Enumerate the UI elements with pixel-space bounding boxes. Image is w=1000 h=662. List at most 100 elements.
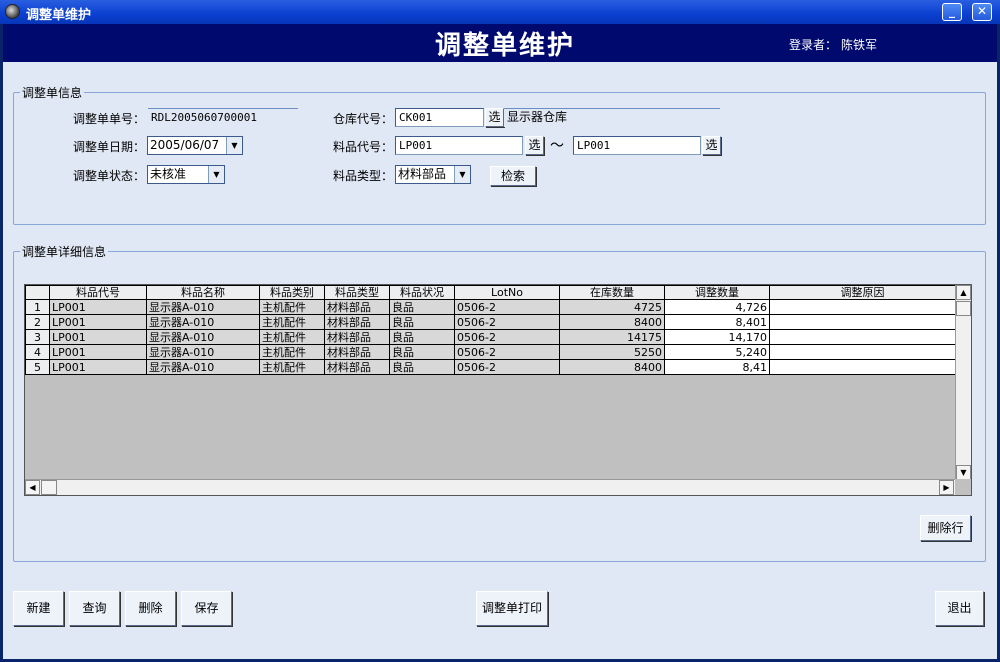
cell-lot-no: 0506-2 (454, 344, 560, 360)
table-row[interactable]: 2 LP001 显示器A-010 主机配件 材料部品 良品 0506-2 840… (25, 314, 956, 330)
header-band: 调整单维护 登录者： 陈铁军 (3, 24, 997, 62)
cell-adjust-qty[interactable]: 8,401 (664, 314, 770, 330)
cell-item-category: 主机配件 (259, 359, 325, 375)
table-row[interactable]: 3 LP001 显示器A-010 主机配件 材料部品 良品 0506-2 141… (25, 329, 956, 345)
save-button[interactable]: 保存 (181, 591, 232, 626)
cell-stock-qty: 5250 (559, 344, 665, 360)
table-row[interactable]: 4 LP001 显示器A-010 主机配件 材料部品 良品 0506-2 525… (25, 344, 956, 360)
row-number: 2 (25, 314, 50, 330)
cell-adjust-qty[interactable]: 8,41 (664, 359, 770, 375)
cell-adjust-reason[interactable] (769, 314, 956, 330)
chevron-down-icon[interactable]: ▼ (226, 137, 242, 154)
date-label: 调整单日期： (73, 140, 146, 154)
cell-item-name: 显示器A-010 (146, 344, 260, 360)
cell-item-type: 材料部品 (324, 359, 390, 375)
cell-item-code: LP001 (49, 359, 147, 375)
order-no-field: RDL2005060700001 (148, 108, 298, 127)
cell-item-category: 主机配件 (259, 344, 325, 360)
login-label: 登录者： (789, 38, 838, 52)
cell-item-name: 显示器A-010 (146, 299, 260, 315)
exit-button[interactable]: 退出 (935, 591, 984, 626)
cell-lot-no: 0506-2 (454, 359, 560, 375)
cell-item-code: LP001 (49, 314, 147, 330)
chevron-down-icon[interactable]: ▼ (208, 166, 224, 183)
cell-lot-no: 0506-2 (454, 299, 560, 315)
cell-adjust-reason[interactable] (769, 359, 956, 375)
column-header[interactable]: 料品名称 (146, 285, 260, 300)
scroll-right-icon[interactable]: ▶ (939, 480, 954, 495)
info-legend: 调整单信息 (22, 86, 83, 100)
chevron-down-icon[interactable]: ▼ (454, 166, 470, 183)
status-select[interactable]: 未核准 ▼ (147, 165, 225, 184)
new-button[interactable]: 新建 (13, 591, 64, 626)
warehouse-name-field: 显示器仓库 (504, 108, 720, 127)
row-number: 3 (25, 329, 50, 345)
column-header[interactable]: 在库数量 (559, 285, 665, 300)
cell-item-type: 材料部品 (324, 299, 390, 315)
cell-item-condition: 良品 (389, 344, 455, 360)
cell-adjust-reason[interactable] (769, 344, 956, 360)
cell-item-condition: 良品 (389, 314, 455, 330)
cell-item-name: 显示器A-010 (146, 314, 260, 330)
scroll-left-icon[interactable]: ◀ (25, 480, 40, 495)
item-to-pick-button[interactable]: 选 (702, 136, 721, 155)
scroll-down-icon[interactable]: ▼ (956, 465, 971, 480)
column-header[interactable]: 料品类型 (324, 285, 390, 300)
cell-adjust-qty[interactable]: 5,240 (664, 344, 770, 360)
order-no-label: 调整单单号： (73, 112, 146, 126)
column-header[interactable]: 调整数量 (664, 285, 770, 300)
cell-adjust-qty[interactable]: 4,726 (664, 299, 770, 315)
cell-item-code: LP001 (49, 344, 147, 360)
cell-adjust-reason[interactable] (769, 329, 956, 345)
warehouse-pick-button[interactable]: 选 (485, 108, 504, 127)
warehouse-code-input[interactable]: CK001 (395, 108, 484, 127)
cell-item-condition: 良品 (389, 359, 455, 375)
app-icon (5, 4, 20, 19)
date-picker[interactable]: 2005/06/07 ▼ (147, 136, 243, 155)
table-row[interactable]: 5 LP001 显示器A-010 主机配件 材料部品 良品 0506-2 840… (25, 359, 956, 375)
cell-stock-qty: 4725 (559, 299, 665, 315)
print-button[interactable]: 调整单打印 (476, 591, 548, 626)
cell-item-category: 主机配件 (259, 329, 325, 345)
detail-grid[interactable]: 料品代号 料品名称 料品类别 料品类型 料品状况 LotNo 在库数量 调整数量… (24, 284, 972, 496)
delete-button[interactable]: 删除 (125, 591, 176, 626)
delete-row-button[interactable]: 删除行 (920, 515, 971, 541)
column-header[interactable]: 调整原因 (769, 285, 956, 300)
cell-adjust-reason[interactable] (769, 299, 956, 315)
minimize-button[interactable]: _ (942, 3, 962, 21)
page-title: 调整单维护 (435, 31, 576, 61)
cell-adjust-qty[interactable]: 14,170 (664, 329, 770, 345)
column-header[interactable]: 料品类别 (259, 285, 325, 300)
scroll-thumb[interactable] (41, 480, 57, 495)
scroll-corner (955, 479, 971, 495)
horizontal-scrollbar[interactable]: ◀ ▶ (25, 479, 955, 495)
query-button[interactable]: 查询 (69, 591, 120, 626)
type-value: 材料部品 (398, 167, 447, 181)
item-to-input[interactable]: LP001 (573, 136, 701, 155)
row-number: 5 (25, 359, 50, 375)
table-row[interactable]: 1 LP001 显示器A-010 主机配件 材料部品 良品 0506-2 472… (25, 299, 956, 315)
status-value: 未核准 (150, 167, 187, 181)
type-select[interactable]: 材料部品 ▼ (395, 165, 471, 184)
detail-legend: 调整单详细信息 (22, 245, 107, 259)
search-button[interactable]: 检索 (490, 166, 536, 186)
cell-stock-qty: 14175 (559, 329, 665, 345)
cell-item-type: 材料部品 (324, 344, 390, 360)
scroll-thumb[interactable] (956, 301, 971, 316)
row-number: 4 (25, 344, 50, 360)
column-header[interactable]: LotNo (454, 285, 560, 300)
scroll-up-icon[interactable]: ▲ (956, 285, 971, 300)
date-value: 2005/06/07 (150, 138, 220, 152)
vertical-scrollbar[interactable]: ▲ ▼ (955, 285, 971, 481)
close-button[interactable]: ✕ (972, 3, 992, 21)
window-title: 调整单维护 (26, 8, 92, 23)
column-header[interactable]: 料品代号 (49, 285, 147, 300)
cell-item-category: 主机配件 (259, 299, 325, 315)
item-from-pick-button[interactable]: 选 (525, 136, 544, 155)
item-from-input[interactable]: LP001 (395, 136, 523, 155)
range-tilde: ～ (550, 138, 564, 154)
table-header-row: 料品代号 料品名称 料品类别 料品类型 料品状况 LotNo 在库数量 调整数量… (25, 285, 956, 300)
cell-stock-qty: 8400 (559, 314, 665, 330)
login-user: 陈铁军 (841, 38, 878, 52)
column-header[interactable]: 料品状况 (389, 285, 455, 300)
